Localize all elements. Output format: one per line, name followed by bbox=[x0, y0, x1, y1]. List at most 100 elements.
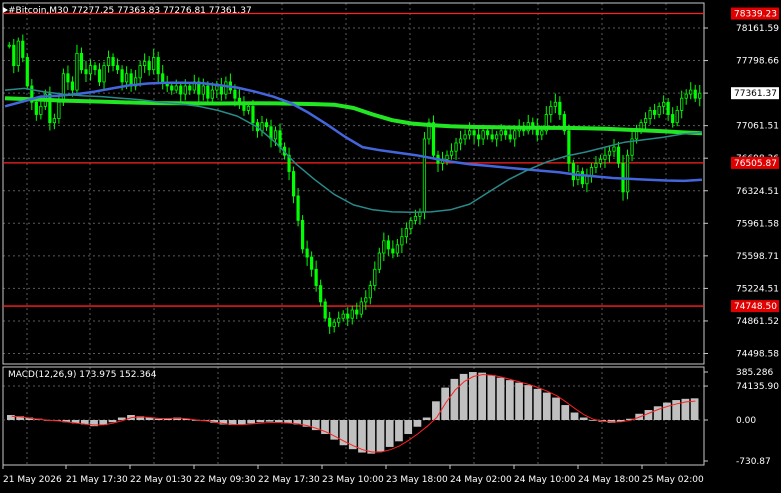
candle-body bbox=[319, 285, 323, 303]
x-tick-label: 24 May 02:00 bbox=[450, 475, 512, 485]
candle-body bbox=[495, 134, 499, 140]
candle-body bbox=[684, 93, 688, 99]
candle-body bbox=[693, 89, 697, 99]
chart-header: #Bitcoin,M30 77277.25 77363.83 77276.81 … bbox=[8, 6, 252, 16]
candle-body bbox=[39, 105, 43, 115]
candle-body bbox=[219, 85, 223, 95]
candle-body bbox=[93, 65, 97, 71]
candle-body bbox=[183, 85, 187, 95]
candle-body bbox=[490, 134, 494, 140]
price-level-label: 74748.50 bbox=[734, 302, 777, 312]
candle-body bbox=[662, 101, 666, 107]
candle-body bbox=[481, 130, 485, 140]
macd-histogram-bar bbox=[367, 420, 376, 454]
candle-body bbox=[332, 321, 336, 327]
candle-body bbox=[102, 65, 106, 83]
macd-histogram-bar bbox=[348, 420, 357, 450]
candle-body bbox=[346, 313, 350, 319]
candle-body bbox=[264, 122, 269, 128]
candle-body bbox=[513, 130, 517, 140]
candle-body bbox=[273, 130, 278, 140]
candle-body bbox=[246, 105, 251, 111]
macd-histogram-bar bbox=[570, 412, 579, 420]
candle-body bbox=[75, 52, 79, 91]
candle-body bbox=[305, 248, 309, 258]
macd-histogram-bar bbox=[515, 382, 523, 420]
candle-body bbox=[472, 130, 476, 136]
candle-body bbox=[66, 73, 70, 83]
candle-body bbox=[179, 85, 183, 95]
y-tick-label: 74861.52 bbox=[736, 317, 779, 327]
candle-body bbox=[143, 61, 147, 67]
candle-body bbox=[589, 167, 594, 177]
candle-body bbox=[409, 220, 413, 229]
macd-histogram-bar bbox=[274, 420, 283, 423]
candle-body bbox=[210, 89, 214, 99]
candle-body bbox=[25, 57, 29, 87]
candle-body bbox=[449, 150, 454, 156]
candle-body bbox=[170, 85, 174, 91]
candle-body bbox=[21, 40, 25, 58]
candle-body bbox=[689, 89, 693, 95]
candle-body bbox=[79, 52, 84, 71]
candle-body bbox=[201, 85, 205, 95]
candle-body bbox=[323, 301, 327, 319]
candle-body bbox=[111, 57, 115, 67]
x-tick-label: 25 May 02:00 bbox=[642, 475, 704, 485]
macd-header: MACD(12,26,9) 173.975 152.364 bbox=[8, 370, 157, 380]
candle-body bbox=[138, 65, 142, 79]
candle-body bbox=[467, 130, 472, 136]
candle-body bbox=[12, 44, 16, 67]
macd-histogram-bar bbox=[339, 420, 348, 446]
candle-body bbox=[422, 138, 427, 213]
candle-body bbox=[648, 110, 652, 119]
candle-body bbox=[698, 92, 702, 99]
y-tick-label: 74498.58 bbox=[736, 350, 779, 360]
y-tick-label: 75961.58 bbox=[736, 219, 779, 229]
candle-body bbox=[616, 146, 621, 164]
candle-body bbox=[675, 110, 679, 124]
macd-histogram-bar bbox=[505, 380, 514, 420]
x-tick-label: 22 May 09:30 bbox=[194, 475, 256, 485]
candle-body bbox=[124, 73, 129, 83]
candle-body bbox=[52, 118, 56, 124]
candle-body bbox=[612, 146, 616, 152]
candle-body bbox=[152, 57, 156, 71]
macd-histogram-bar bbox=[256, 420, 265, 423]
candle-body bbox=[224, 81, 228, 95]
y-tick-label: 75598.71 bbox=[736, 252, 779, 262]
candle-body bbox=[391, 248, 395, 254]
candle-body bbox=[233, 89, 237, 99]
candle-body bbox=[206, 85, 210, 99]
chart-svg: 21 May 2026 21 May 17:30 22 May 01:30 22 Ma… bbox=[0, 0, 781, 489]
macd-histogram-bar bbox=[542, 392, 551, 420]
macd-histogram-bar bbox=[358, 420, 366, 453]
macd-histogram-bar bbox=[395, 420, 403, 442]
macd-histogram-bar bbox=[469, 372, 477, 420]
candle-body bbox=[7, 44, 11, 47]
candle-body bbox=[567, 130, 571, 164]
candle-body bbox=[61, 73, 66, 103]
macd-histogram-bar bbox=[478, 372, 486, 420]
candle-body bbox=[386, 240, 390, 250]
macd-histogram-bar bbox=[663, 402, 671, 420]
macd-histogram-bar bbox=[108, 420, 117, 423]
candle-body bbox=[540, 130, 544, 136]
candle-body bbox=[156, 57, 160, 75]
candle-body bbox=[314, 268, 318, 286]
chart-container: 21 May 2026 21 May 17:30 22 May 01:30 22 Ma… bbox=[0, 0, 781, 489]
candle-body bbox=[377, 252, 381, 270]
candle-body bbox=[34, 101, 38, 115]
candle-body bbox=[337, 317, 341, 323]
candle-body bbox=[477, 134, 481, 140]
candle-body bbox=[88, 65, 93, 75]
price-level-label: 76505.87 bbox=[734, 159, 777, 169]
candle-body bbox=[549, 105, 553, 115]
macd-histogram-bar bbox=[561, 405, 570, 420]
candle-body bbox=[395, 244, 399, 254]
candle-body bbox=[431, 122, 436, 156]
current-price-label: 77361.37 bbox=[734, 89, 777, 99]
price-level-label: 78339.23 bbox=[734, 10, 777, 20]
macd-histogram-bar bbox=[422, 417, 431, 420]
candle-body bbox=[188, 85, 192, 91]
